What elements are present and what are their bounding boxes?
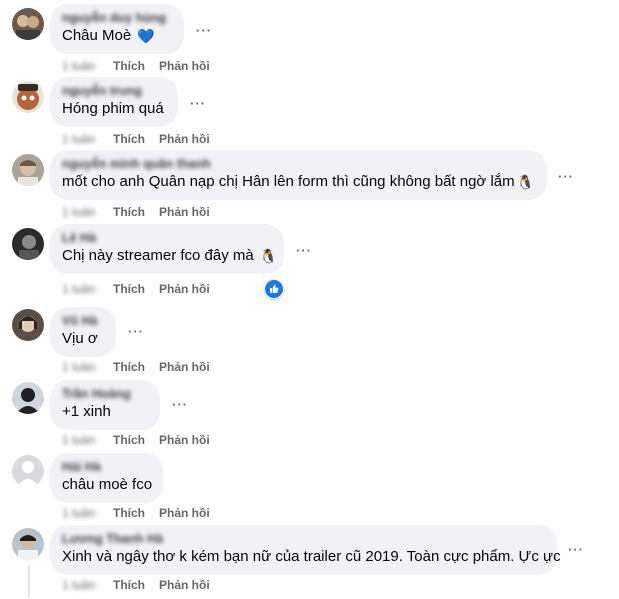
- avatar-photo: [12, 81, 44, 113]
- comment-text: Hóng phim quá: [62, 100, 164, 117]
- comment-time[interactable]: 1 tuần: [62, 282, 95, 296]
- comment-author[interactable]: nguyễn minh quân thanh: [62, 156, 535, 172]
- comment-author[interactable]: Lương Thanh Hà: [62, 531, 545, 547]
- avatar-photo: [12, 154, 44, 186]
- more-options-button[interactable]: ···: [558, 170, 574, 184]
- comment: nguyễn trung Hóng phim quá ··· 1 tuần Th…: [0, 77, 619, 151]
- reply-button[interactable]: Phản hồi: [159, 360, 210, 374]
- avatar[interactable]: [12, 228, 44, 260]
- like-button[interactable]: Thích: [113, 506, 145, 520]
- like-button[interactable]: Thích: [113, 132, 145, 146]
- comment-time[interactable]: 1 tuần: [62, 433, 95, 447]
- avatar[interactable]: [12, 8, 44, 40]
- comment-text: châu moè fco: [62, 476, 153, 493]
- comment-bubble: Lương Thanh Hà Xinh và ngây thơ k kém bạ…: [50, 525, 561, 575]
- reply-button[interactable]: Phản hồi: [159, 282, 210, 296]
- penguin-icon: 🐧: [259, 248, 278, 264]
- more-options-button[interactable]: ···: [296, 244, 312, 258]
- comment-bubble: nguyễn trung Hóng phim quá: [50, 77, 178, 127]
- avatar[interactable]: [12, 382, 44, 414]
- comment-bubble: nguyễn minh quân thanh mốt cho anh Quân …: [50, 150, 547, 200]
- reply-button[interactable]: Phản hồi: [159, 205, 210, 219]
- comment-author[interactable]: nguyễn trung: [62, 83, 166, 99]
- avatar[interactable]: [12, 154, 44, 186]
- comment-time[interactable]: 1 tuần: [62, 132, 95, 146]
- like-button[interactable]: Thích: [113, 578, 145, 592]
- comment-author[interactable]: Lê Hà: [62, 230, 272, 246]
- like-button[interactable]: Thích: [113, 59, 145, 73]
- blue-heart-icon: 💙: [137, 28, 155, 44]
- comment-text: mốt cho anh Quân nạp chị Hân lên form th…: [62, 172, 535, 192]
- reply-button[interactable]: Phản hồi: [159, 433, 210, 447]
- reply-button[interactable]: Phản hồi: [159, 578, 210, 592]
- comment-bubble: nguyễn duy hùng Châu Moè 💙: [50, 4, 184, 54]
- avatar[interactable]: [12, 455, 44, 487]
- comment-time[interactable]: 1 tuần: [62, 578, 95, 592]
- comment-time[interactable]: 1 tuần: [62, 506, 95, 520]
- more-options-button[interactable]: ···: [190, 97, 206, 111]
- comment: Lê Hà Chị này streamer fco đây mà 🐧 ··· …: [0, 224, 619, 299]
- avatar-photo: [12, 228, 44, 260]
- comment: Lương Thanh Hà Xinh và ngây thơ k kém bạ…: [0, 525, 619, 599]
- comment-author[interactable]: Trần Hoàng: [62, 386, 148, 402]
- comment-text-body: Chị này streamer fco đây mà: [62, 247, 254, 264]
- comment-time[interactable]: 1 tuần: [62, 360, 95, 374]
- comment-text: Chị này streamer fco đây mà 🐧: [62, 246, 277, 266]
- avatar-photo: [12, 8, 44, 40]
- comment: Vũ Hà Vịu ơ ··· 1 tuần Thích Phản hồi: [0, 307, 619, 381]
- more-options-button[interactable]: ···: [128, 325, 144, 339]
- like-button[interactable]: Thích: [113, 205, 145, 219]
- reply-thread-line: [28, 565, 30, 598]
- avatar[interactable]: [12, 309, 44, 341]
- comment-author[interactable]: Vũ Hà: [62, 313, 104, 329]
- reply-button[interactable]: Phản hồi: [159, 506, 210, 520]
- comment: nguyễn duy hùng Châu Moè 💙 ··· 1 tuần Th…: [0, 4, 619, 78]
- comment: Hải Hà châu moè fco 1 tuần Thích Phản hồ…: [0, 453, 619, 527]
- like-button[interactable]: Thích: [113, 282, 145, 296]
- like-reaction-icon[interactable]: [264, 279, 284, 299]
- comment-text-body: Châu Moè: [62, 27, 132, 44]
- reply-button[interactable]: Phản hồi: [159, 59, 210, 73]
- comment-bubble: Vũ Hà Vịu ơ: [50, 307, 116, 357]
- comment-text: Châu Moè 💙: [62, 26, 172, 46]
- default-avatar-icon: [12, 455, 44, 487]
- avatar-photo: [12, 382, 44, 414]
- comment-time[interactable]: 1 tuần: [62, 59, 95, 73]
- reply-button[interactable]: Phản hồi: [159, 132, 210, 146]
- more-options-button[interactable]: ···: [172, 398, 188, 412]
- penguin-icon: 🐧: [516, 174, 535, 190]
- comment: nguyễn minh quân thanh mốt cho anh Quân …: [0, 150, 619, 224]
- comment-bubble: Lê Hà Chị này streamer fco đây mà 🐧: [50, 224, 284, 274]
- comment-bubble: Trần Hoàng +1 xinh: [50, 380, 160, 430]
- like-button[interactable]: Thích: [113, 433, 145, 447]
- comment-text-body: mốt cho anh Quân nạp chị Hân lên form th…: [62, 173, 515, 190]
- comment-text: Xinh và ngây thơ k kém bạn nữ của traile…: [62, 548, 561, 565]
- avatar-photo: [12, 528, 44, 560]
- avatar[interactable]: [12, 81, 44, 113]
- comment-text: Vịu ơ: [62, 330, 98, 347]
- avatar-photo: [12, 309, 44, 341]
- more-options-button[interactable]: ···: [196, 24, 212, 38]
- comment-time[interactable]: 1 tuần: [62, 205, 95, 219]
- comment-text: +1 xinh: [62, 403, 111, 420]
- thumbs-up-icon: [270, 284, 279, 293]
- avatar[interactable]: [12, 528, 44, 560]
- more-options-button[interactable]: ···: [568, 543, 584, 557]
- comment-author[interactable]: nguyễn duy hùng: [62, 10, 172, 26]
- comment-bubble: Hải Hà châu moè fco: [50, 453, 163, 503]
- like-button[interactable]: Thích: [113, 360, 145, 374]
- comment: Trần Hoàng +1 xinh ··· 1 tuần Thích Phản…: [0, 380, 619, 454]
- comment-author[interactable]: Hải Hà: [62, 459, 151, 475]
